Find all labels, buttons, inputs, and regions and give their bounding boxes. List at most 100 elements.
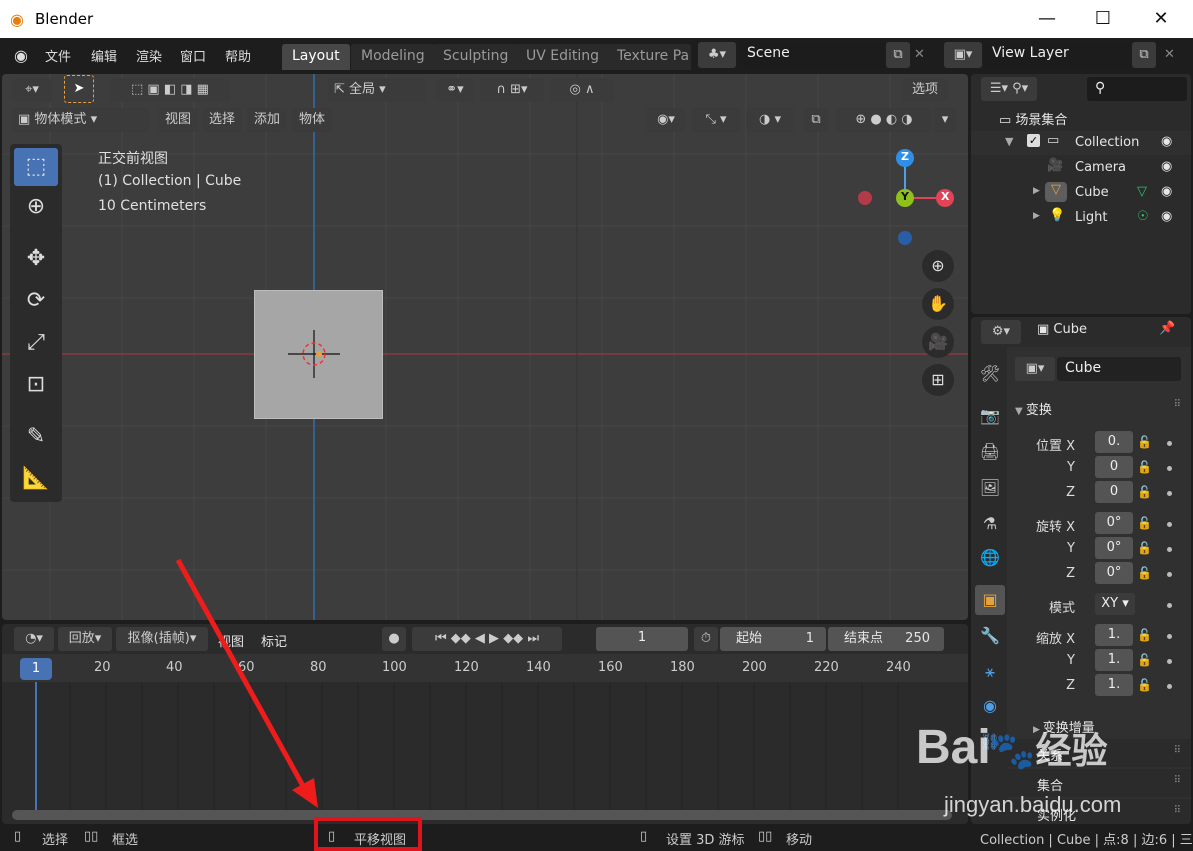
tab-modeling[interactable]: Modeling [351, 44, 435, 70]
3d-viewport[interactable]: ⌖▾ ➤ ⬚ ▣ ◧ ◨ ▦ ⇱ 全局 ▾ ⚭▾ ∩ ⊞▾ ◎ ∧ 选项 ▣ 物… [2, 74, 968, 620]
world-tab-icon[interactable]: 🌐 [975, 543, 1005, 573]
drag-handle-icon[interactable]: ⠿ [1174, 805, 1181, 816]
transform-orientation[interactable]: ⇱ 全局 ▾ [328, 78, 426, 102]
zoom-view-icon[interactable]: ⊕ [922, 250, 954, 282]
keyframe-dot-icon[interactable] [1167, 684, 1172, 689]
light-data-icon[interactable]: ☉ [1137, 209, 1149, 224]
object-name-field[interactable]: Cube [1057, 357, 1181, 381]
proportional-editing-icon[interactable]: ◎ ∧ [550, 78, 614, 102]
outliner-item-collection[interactable]: ▼ ✓ ▭ Collection ◉ [971, 131, 1191, 155]
view-layer-tab-icon[interactable]: 🖼 [975, 473, 1005, 503]
particles-tab-icon[interactable]: ⚹ [975, 657, 1005, 687]
view-layer-field[interactable]: View Layer [984, 42, 1130, 68]
location-x-field[interactable]: 0. [1095, 431, 1133, 453]
rotation-y-field[interactable]: 0° [1095, 537, 1133, 559]
viewport-menu-add[interactable]: 添加 [247, 108, 287, 132]
lock-icon[interactable]: 🔓 [1137, 435, 1152, 449]
timeline-editor-type-icon[interactable]: ◔▾ [14, 627, 54, 651]
maximize-button[interactable]: ☐ [1080, 4, 1126, 34]
outliner-item-camera[interactable]: 🎥 Camera ◉ [971, 156, 1191, 180]
snap-icon[interactable]: ∩ ⊞▾ [480, 78, 544, 102]
keyframe-dot-icon[interactable] [1167, 603, 1172, 608]
lock-icon[interactable]: 🔓 [1137, 678, 1152, 692]
gizmo-toggle-icon[interactable]: ⤡ ▾ [692, 108, 740, 132]
keyframe-dot-icon[interactable] [1167, 466, 1172, 471]
viewport-menu-object[interactable]: 物体 [292, 108, 332, 132]
timeline-menu-keying[interactable]: 抠像(插帧)▾ [116, 627, 208, 651]
timeline-menu-view[interactable]: 视图 [218, 631, 244, 650]
outliner-display-mode-icon[interactable]: ☰▾ ⚲▾ [981, 77, 1037, 101]
expand-icon[interactable]: ▼ [1005, 135, 1013, 148]
tool-select-box-icon[interactable]: ⬚ [14, 148, 58, 186]
end-frame-field[interactable]: 结束点 250 [828, 627, 944, 651]
timeline-menu-playback[interactable]: 回放▾ [58, 627, 112, 651]
keyframe-dot-icon[interactable] [1167, 441, 1172, 446]
rotation-z-field[interactable]: 0° [1095, 562, 1133, 584]
checkbox-icon[interactable]: ✓ [1027, 134, 1040, 147]
overlays-toggle-icon[interactable]: ◑ ▾ [746, 108, 794, 132]
render-tab-icon[interactable]: 📷 [975, 401, 1005, 431]
xray-toggle-icon[interactable]: ⧉ [804, 108, 828, 132]
scene-selector-icon[interactable]: ♣▾ [698, 42, 736, 68]
scene-collection-row[interactable]: ▭ 场景集合 [999, 109, 1067, 128]
tool-measure-icon[interactable]: 📐 [14, 460, 58, 498]
mode-selector[interactable]: ▣ 物体模式 ▾ [12, 108, 150, 132]
new-scene-icon[interactable]: ⧉ [886, 42, 910, 68]
keyframe-dot-icon[interactable] [1167, 634, 1172, 639]
eye-icon[interactable]: ◉ [1161, 209, 1172, 224]
eye-icon[interactable]: ◉ [1161, 134, 1172, 149]
lock-icon[interactable]: 🔓 [1137, 460, 1152, 474]
expand-icon[interactable]: ▶ [1033, 211, 1040, 221]
visibility-icon[interactable]: ◉▾ [646, 108, 686, 132]
tab-layout[interactable]: Layout [282, 44, 350, 70]
lock-icon[interactable]: 🔓 [1137, 485, 1152, 499]
location-y-field[interactable]: 0 [1095, 456, 1133, 478]
scale-y-field[interactable]: 1. [1095, 649, 1133, 671]
record-icon[interactable]: ● [382, 627, 406, 651]
outliner-item-light[interactable]: ▶ 💡 Light ☉ ◉ [971, 206, 1191, 230]
viewport-menu-view[interactable]: 视图 [158, 108, 198, 132]
menu-window[interactable]: 窗口 [180, 46, 206, 65]
lock-icon[interactable]: 🔓 [1137, 653, 1152, 667]
timer-icon[interactable]: ⏱ [694, 627, 718, 651]
timeline-menu-marker[interactable]: 标记 [261, 631, 287, 650]
current-frame-field[interactable]: 1 [596, 627, 688, 651]
minimize-button[interactable]: — [1024, 4, 1070, 34]
drag-handle-icon[interactable]: ⠿ [1174, 745, 1181, 756]
lock-icon[interactable]: 🔓 [1137, 566, 1152, 580]
options-button[interactable]: 选项 [902, 78, 948, 102]
view-layer-selector-icon[interactable]: ▣▾ [944, 42, 982, 68]
viewport-menu-select[interactable]: 选择 [202, 108, 242, 132]
keyframe-dot-icon[interactable] [1167, 491, 1172, 496]
select-mode-icons[interactable]: ⬚ ▣ ◧ ◨ ▦ [110, 78, 230, 102]
menu-render[interactable]: 渲染 [136, 46, 162, 65]
outliner-search-input[interactable]: ⚲ [1087, 77, 1187, 101]
tool-scale-icon[interactable]: ⤢ [14, 324, 58, 362]
keyframe-dot-icon[interactable] [1167, 659, 1172, 664]
playback-controls-icons[interactable]: ⏮ ◆◆ ◀ ▶ ◆◆ ⏭ [412, 627, 562, 651]
object-datablock-icon[interactable]: ▣▾ [1015, 357, 1055, 381]
outliner-item-cube[interactable]: ▶ ▽ Cube ▽ ◉ [971, 181, 1191, 205]
pan-view-icon[interactable]: ✋ [922, 288, 954, 320]
scene-name-field[interactable]: Scene [739, 42, 885, 68]
tool-move-icon[interactable]: ✥ [14, 240, 58, 278]
keyframe-dot-icon[interactable] [1167, 522, 1172, 527]
timeline-scrollbar[interactable] [12, 810, 952, 820]
pin-icon[interactable]: 📌 [1159, 321, 1175, 336]
menu-edit[interactable]: 编辑 [91, 46, 117, 65]
ortho-toggle-icon[interactable]: ⊞ [922, 364, 954, 396]
delete-view-layer-icon[interactable]: ✕ [1164, 47, 1175, 62]
drag-handle-icon[interactable]: ⠿ [1174, 775, 1181, 786]
scale-z-field[interactable]: 1. [1095, 674, 1133, 696]
new-view-layer-icon[interactable]: ⧉ [1132, 42, 1156, 68]
tab-uv-editing[interactable]: UV Editing [516, 44, 610, 70]
tab-sculpting[interactable]: Sculpting [433, 44, 519, 70]
camera-view-icon[interactable]: 🎥 [922, 326, 954, 358]
properties-editor-type-icon[interactable]: ⚙▾ [981, 320, 1021, 344]
editor-type-icon[interactable]: ⌖▾ [12, 78, 52, 102]
object-tab-icon[interactable]: ▣ [975, 585, 1005, 615]
rotation-x-field[interactable]: 0° [1095, 512, 1133, 534]
tool-rotate-icon[interactable]: ⟳ [14, 282, 58, 320]
menu-help[interactable]: 帮助 [225, 46, 251, 65]
transform-panel-header[interactable]: ▼ 变换 ⠿ [1015, 399, 1191, 421]
